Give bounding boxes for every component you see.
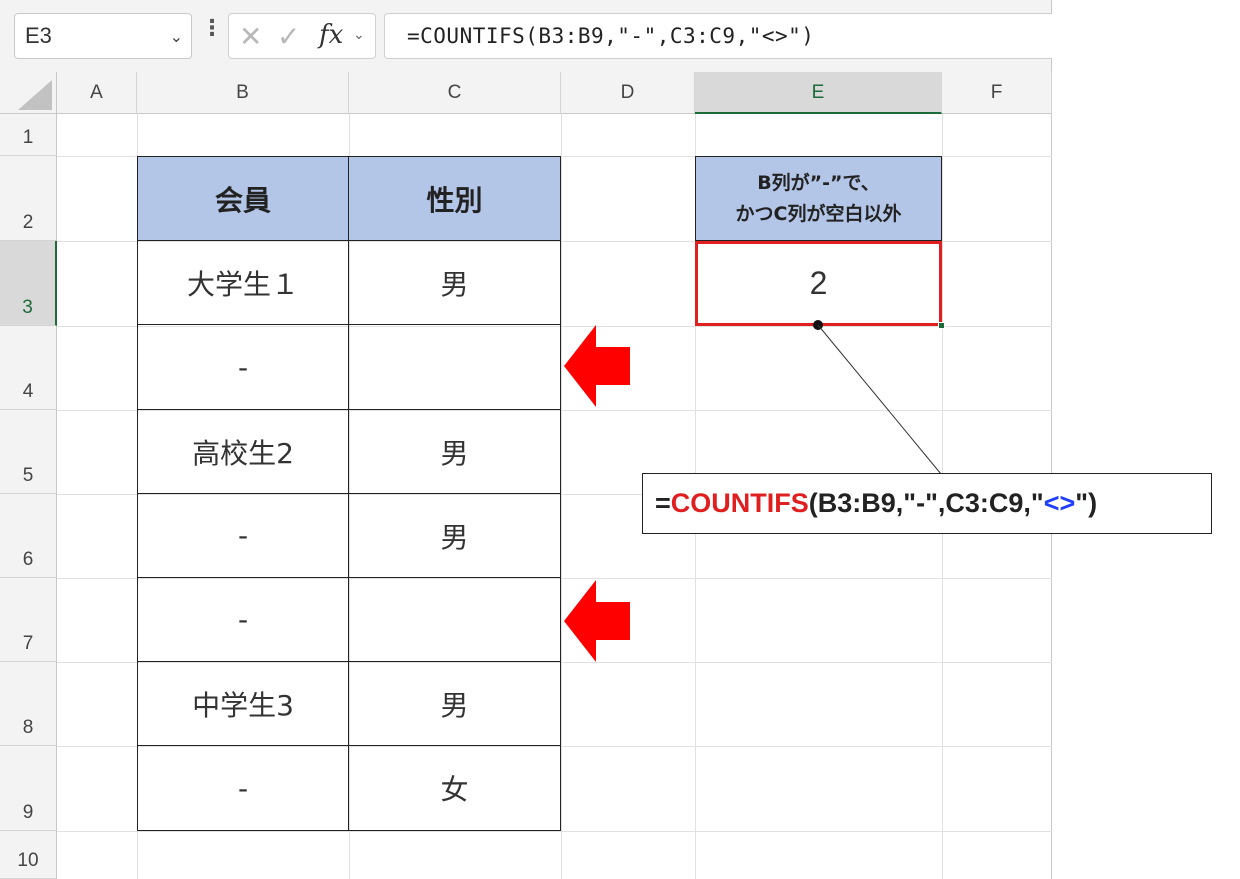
row-header-9[interactable]: 9 — [0, 746, 57, 831]
cell-c3[interactable]: 男 — [348, 240, 561, 325]
cell-c8[interactable]: 男 — [348, 661, 561, 746]
row-header-8[interactable]: 8 — [0, 662, 57, 746]
row-number: 8 — [22, 717, 34, 738]
cell-b4[interactable]: - — [137, 324, 349, 410]
row-header-10[interactable]: 10 — [0, 831, 57, 879]
result-header-line1: B列が”-”で、 — [757, 172, 880, 195]
select-all-button[interactable] — [0, 72, 57, 114]
callout-suffix: ") — [1075, 488, 1098, 518]
column-header-e[interactable]: E — [695, 72, 942, 114]
formula-buttons: ✕ ✓ fx ⌄ — [228, 13, 376, 59]
red-arrow-left-icon — [564, 325, 630, 407]
row-header-6[interactable]: 6 — [0, 494, 57, 578]
chevron-down-icon[interactable]: ⌄ — [353, 27, 365, 43]
row-number: 10 — [17, 850, 39, 871]
callout-leader-line — [813, 320, 942, 475]
row-number: 4 — [22, 381, 34, 402]
name-box[interactable]: E3 ⌄ — [14, 13, 192, 59]
enter-check-icon[interactable]: ✓ — [277, 20, 300, 53]
red-arrow-left-icon — [564, 580, 630, 662]
row-number: 5 — [22, 465, 34, 486]
row-header-5[interactable]: 5 — [0, 410, 57, 494]
name-box-value: E3 — [25, 23, 52, 48]
selected-cell-e3[interactable]: 2 — [695, 241, 942, 326]
row-header-2[interactable]: 2 — [0, 156, 57, 241]
cell-c6[interactable]: 男 — [348, 493, 561, 578]
result-header-cell[interactable]: B列が”-”で、 かつC列が空白以外 — [695, 156, 942, 241]
formula-callout: =COUNTIFS(B3:B9,"-",C3:C9,"<>") — [642, 473, 1212, 534]
more-options-icon[interactable]: ⋮ — [201, 18, 223, 40]
callout-function: COUNTIFS — [670, 488, 809, 518]
cell-c4[interactable] — [348, 324, 561, 410]
callout-prefix: = — [655, 488, 671, 518]
formula-text: =COUNTIFS(B3:B9,"-",C3:C9,"<>") — [407, 24, 815, 48]
grid-line — [561, 114, 562, 879]
cell-c7[interactable] — [348, 577, 561, 662]
result-header-line2: かつC列が空白以外 — [735, 202, 902, 225]
cell-b5[interactable]: 高校生2 — [137, 409, 349, 494]
row-header-3[interactable]: 3 — [0, 241, 57, 326]
row-number: 2 — [22, 212, 34, 233]
formula-bar: E3 ⌄ ⋮ ✕ ✓ fx ⌄ =COUNTIFS(B3:B9,"-",C3:C… — [0, 0, 1052, 72]
row-number: 1 — [22, 127, 34, 148]
table-header-member[interactable]: 会員 — [137, 156, 349, 241]
cell-b9[interactable]: - — [137, 745, 349, 831]
column-header-c[interactable]: C — [349, 72, 561, 114]
cell-b3[interactable]: 大学生１ — [137, 240, 349, 325]
row-header-4[interactable]: 4 — [0, 326, 57, 410]
cell-b6[interactable]: - — [137, 493, 349, 578]
grid-line — [57, 831, 1052, 832]
row-number: 9 — [22, 802, 34, 823]
select-all-triangle-icon — [18, 80, 52, 110]
column-header-d[interactable]: D — [561, 72, 695, 114]
chevron-down-icon[interactable]: ⌄ — [170, 27, 183, 46]
row-header-1[interactable]: 1 — [0, 114, 57, 156]
cell-c9[interactable]: 女 — [348, 745, 561, 831]
column-header-a[interactable]: A — [57, 72, 137, 114]
formula-input[interactable]: =COUNTIFS(B3:B9,"-",C3:C9,"<>") — [384, 13, 1052, 59]
table-header-gender[interactable]: 性別 — [348, 156, 561, 241]
row-header-7[interactable]: 7 — [0, 578, 57, 662]
cell-c5[interactable]: 男 — [348, 409, 561, 494]
row-number: 3 — [22, 297, 33, 318]
insert-function-icon[interactable]: fx — [319, 20, 343, 50]
row-number: 6 — [22, 549, 34, 570]
column-header-f[interactable]: F — [942, 72, 1052, 114]
cell-b7[interactable]: - — [137, 577, 349, 662]
callout-middle: (B3:B9,"-",C3:C9," — [808, 488, 1044, 518]
callout-operator: <> — [1043, 488, 1076, 518]
cell-b8[interactable]: 中学生3 — [137, 661, 349, 746]
column-header-b[interactable]: B — [137, 72, 349, 114]
cancel-icon[interactable]: ✕ — [239, 20, 262, 53]
row-number: 7 — [22, 633, 34, 654]
